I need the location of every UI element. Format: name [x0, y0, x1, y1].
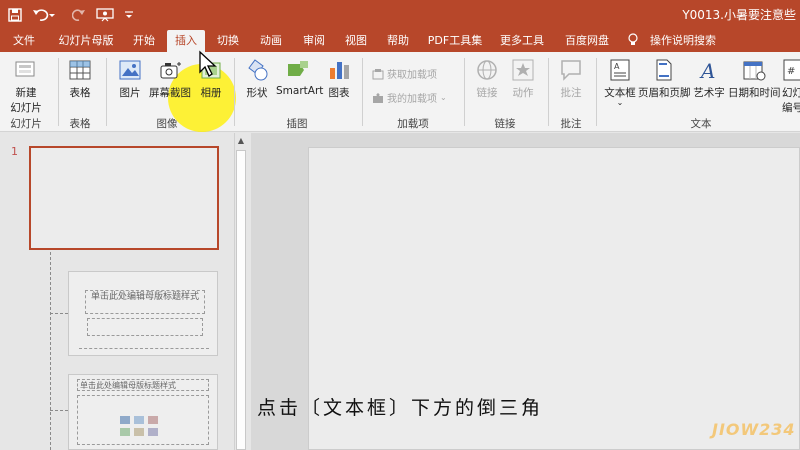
ribbon-divider	[464, 58, 465, 126]
shapes-button[interactable]: 形状	[240, 58, 274, 100]
layout-subtitle-placeholder	[87, 318, 203, 336]
comment-icon	[561, 60, 581, 81]
chart-button[interactable]: 图表	[324, 58, 354, 100]
wordart-icon: A	[699, 59, 715, 82]
tab-slide-master[interactable]: 幻灯片母版	[54, 33, 118, 52]
group-label-addins: 加载项	[397, 118, 429, 130]
window-title: Y0013.小暑要注意些	[682, 8, 796, 22]
smartart-icon	[288, 61, 308, 76]
my-addins-button[interactable]: 我的加载项 ⌄	[372, 90, 447, 105]
camera-icon	[160, 62, 181, 79]
tree-connector	[50, 313, 68, 314]
store-icon	[372, 68, 384, 79]
scroll-up-arrow-icon[interactable]: ▲	[236, 136, 246, 146]
slide-number-label: 1	[11, 145, 18, 158]
ribbon-tab-row: 文件 幻灯片母版 开始 插入 切换 动画 审阅 视图 PDF工具集 帮助 更多工…	[0, 30, 800, 52]
tab-file[interactable]: 文件	[6, 33, 42, 52]
ribbon-divider	[596, 58, 597, 126]
redo-icon[interactable]	[70, 6, 88, 24]
puzzle-icon	[373, 92, 383, 103]
layout-title-placeholder: 单击此处编辑母版标题样式	[77, 379, 209, 391]
table-icon	[69, 60, 91, 80]
group-label-slides: 幻灯片	[10, 118, 42, 130]
watermark-logo: JIOW234	[712, 420, 796, 439]
tell-me-search[interactable]: 操作说明搜索	[644, 33, 722, 52]
pictures-button[interactable]: 图片	[112, 58, 148, 100]
wordart-button[interactable]: A 艺术字	[690, 58, 728, 100]
layout-title-placeholder: 单击此处编辑母版标题样式	[85, 290, 205, 314]
tab-more-tools[interactable]: 更多工具	[494, 33, 550, 52]
chart-icon	[330, 62, 349, 79]
tab-insert[interactable]: 插入	[167, 30, 205, 52]
ribbon-divider	[548, 58, 549, 126]
star-icon	[512, 59, 534, 81]
tab-review[interactable]: 审阅	[296, 33, 332, 52]
svg-text:A: A	[614, 62, 620, 71]
group-label-images: 图像	[156, 118, 178, 130]
group-label-comments: 批注	[560, 118, 582, 130]
save-icon[interactable]	[6, 6, 24, 24]
ribbon-divider	[234, 58, 235, 126]
datetime-button[interactable]: 日期和时间	[728, 58, 781, 100]
slide-number-button[interactable]: # 幻灯 编号	[782, 58, 800, 115]
svg-text:A: A	[699, 59, 715, 82]
undo-icon[interactable]	[30, 6, 58, 24]
picture-icon	[119, 60, 141, 80]
new-slide-icon	[15, 61, 35, 77]
link-icon	[477, 60, 497, 80]
ribbon-divider	[362, 58, 363, 126]
group-label-illustrations: 插图	[286, 118, 308, 130]
group-label-text: 文本	[690, 118, 712, 130]
header-footer-button[interactable]: 页眉和页脚	[638, 58, 691, 100]
new-slide-button[interactable]: 新建 幻灯片	[6, 58, 46, 115]
layout-footer-placeholder	[79, 348, 209, 354]
chevron-down-icon: ⌄	[440, 93, 447, 102]
smartart-button[interactable]: SmartArt	[276, 58, 323, 97]
ribbon-divider	[58, 58, 59, 126]
action-button[interactable]: 动作	[506, 58, 540, 100]
ribbon-panel: 新建 幻灯片 幻灯片 表格 表格 图片 屏幕截图 相册 图像 形状 SmartA…	[0, 50, 800, 132]
header-footer-icon	[656, 59, 672, 81]
lightbulb-icon[interactable]	[624, 33, 642, 52]
comment-button[interactable]: 批注	[554, 58, 588, 100]
ribbon-divider	[106, 58, 107, 126]
title-bar: Y0013.小暑要注意些	[0, 0, 800, 30]
link-button[interactable]: 链接	[470, 58, 504, 100]
tab-help[interactable]: 帮助	[380, 33, 416, 52]
get-addins-button[interactable]: 获取加载项	[372, 66, 437, 81]
master-slide-thumbnail[interactable]	[29, 146, 219, 250]
group-label-tables: 表格	[69, 118, 91, 130]
tab-pdf-tools[interactable]: PDF工具集	[424, 33, 486, 52]
customize-icon[interactable]	[122, 6, 136, 24]
tree-connector	[50, 252, 51, 450]
tab-view[interactable]: 视图	[338, 33, 374, 52]
table-button[interactable]: 表格	[62, 58, 98, 100]
screenshot-button[interactable]: 屏幕截图	[146, 58, 194, 100]
textbox-icon: A	[610, 59, 630, 81]
tab-home[interactable]: 开始	[126, 33, 162, 52]
tab-animations[interactable]: 动画	[253, 33, 289, 52]
video-subtitle: 点击〔文本框〕下方的倒三角	[256, 397, 543, 419]
calendar-icon	[743, 61, 766, 81]
mouse-pointer-icon	[199, 50, 217, 77]
tab-baidu-netdisk[interactable]: 百度网盘	[558, 33, 616, 52]
textbox-button[interactable]: A 文本框 ⌄	[602, 58, 638, 107]
shapes-icon	[248, 59, 268, 81]
group-label-links: 链接	[494, 118, 516, 130]
svg-text:#: #	[787, 66, 795, 77]
layout-thumbnail[interactable]: 单击此处编辑母版标题样式	[68, 271, 218, 356]
slide-number-icon: #	[783, 59, 800, 81]
present-icon[interactable]	[94, 6, 116, 24]
